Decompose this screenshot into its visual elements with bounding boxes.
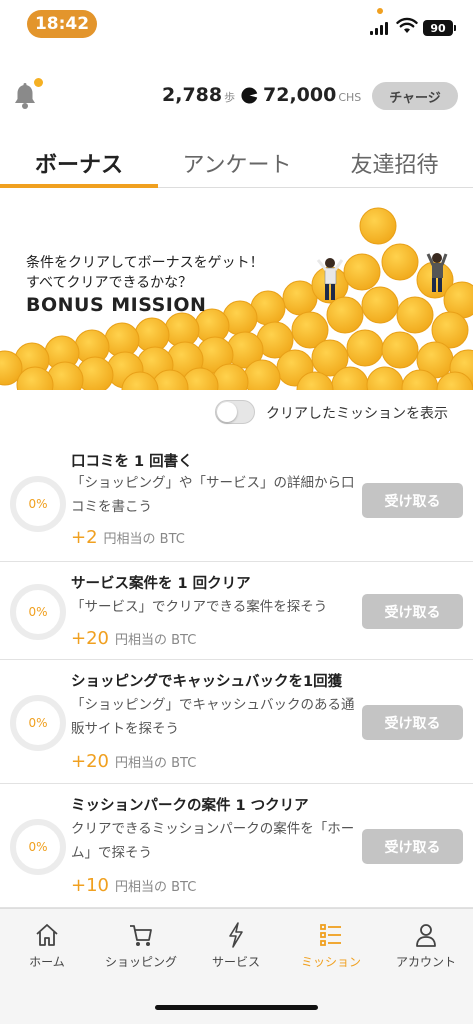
toggle-knob bbox=[217, 402, 237, 422]
mission-description: クリアできるミッションパークの案件を「ホーム」で探そう bbox=[71, 821, 355, 861]
show-cleared-toggle[interactable] bbox=[215, 400, 255, 424]
mission-description: 「サービス」でクリアできる案件を探そう bbox=[71, 599, 328, 615]
nav-shopping-label: ショッピング bbox=[104, 955, 177, 969]
mission-reward: +2 円相当の BTC bbox=[71, 527, 185, 548]
reward-unit: 円相当の BTC bbox=[103, 532, 185, 547]
receive-button[interactable]: 受け取る bbox=[362, 829, 463, 864]
mission-reward: +10 円相当の BTC bbox=[71, 875, 196, 896]
steps-value: 2,788 bbox=[162, 84, 223, 106]
home-icon bbox=[36, 924, 58, 946]
receive-button[interactable]: 受け取る bbox=[362, 594, 463, 629]
show-cleared-label: クリアしたミッションを表示 bbox=[266, 406, 448, 422]
nav-mission-label: ミッション bbox=[300, 955, 361, 969]
mission-reward: +20 円相当の BTC bbox=[71, 751, 196, 772]
reward-unit: 円相当の BTC bbox=[115, 633, 197, 648]
top-bar: 2,788 歩 72,000 CHS チャージ bbox=[0, 70, 473, 120]
mission-item: 0% ミッションパークの案件 1 つクリア クリアできるミッションパークの案件を… bbox=[0, 784, 473, 908]
reward-amount: +2 bbox=[71, 527, 98, 548]
tab-survey[interactable]: アンケート bbox=[158, 138, 316, 188]
reward-unit: 円相当の BTC bbox=[115, 880, 197, 895]
mission-title: サービス案件を 1 回クリア bbox=[71, 576, 251, 592]
mission-title: ショッピングでキャッシュバックを1回獲 bbox=[71, 674, 343, 690]
nav-mission[interactable]: ミッション bbox=[284, 921, 378, 970]
reward-amount: +20 bbox=[71, 628, 109, 649]
banner-line-2: すべてクリアできるかな？ bbox=[26, 275, 193, 291]
nav-account-label: アカウント bbox=[395, 955, 456, 969]
active-tab-indicator bbox=[0, 184, 158, 188]
list-icon bbox=[320, 924, 341, 946]
status-bar: 18:42 90 bbox=[0, 0, 473, 50]
progress-ring: 0% bbox=[10, 584, 66, 640]
reward-amount: +20 bbox=[71, 751, 109, 772]
mission-description: 「ショッピング」や「サービス」の詳細から口コミを書こう bbox=[71, 475, 355, 515]
receive-button[interactable]: 受け取る bbox=[362, 705, 463, 740]
reward-amount: +10 bbox=[71, 875, 109, 896]
wifi-icon bbox=[396, 17, 418, 33]
banner-title: BONUS MISSION bbox=[26, 294, 207, 316]
bottom-nav: ホーム ショッピング サービス ミッション アカウント bbox=[0, 908, 473, 1024]
mission-reward: +20 円相当の BTC bbox=[71, 628, 196, 649]
nav-home[interactable]: ホーム bbox=[0, 921, 94, 970]
signal-icon bbox=[370, 22, 388, 35]
progress-ring: 0% bbox=[10, 476, 66, 532]
reward-unit: 円相当の BTC bbox=[115, 756, 197, 771]
home-indicator bbox=[155, 1005, 318, 1010]
charge-button[interactable]: チャージ bbox=[372, 82, 458, 110]
chs-coin-icon bbox=[241, 87, 258, 104]
mission-title: 口コミを 1 回書く bbox=[71, 454, 193, 470]
chs-balance: 72,000 CHS bbox=[263, 84, 361, 106]
cart-icon bbox=[130, 925, 152, 946]
receive-button[interactable]: 受け取る bbox=[362, 483, 463, 518]
status-time: 18:42 bbox=[27, 10, 97, 38]
chs-unit: CHS bbox=[338, 91, 362, 104]
nav-service[interactable]: サービス bbox=[189, 921, 283, 970]
progress-ring: 0% bbox=[10, 695, 66, 751]
nav-shopping[interactable]: ショッピング bbox=[94, 921, 188, 970]
lightning-icon bbox=[229, 922, 243, 948]
nav-home-label: ホーム bbox=[29, 955, 65, 969]
bonus-mission-banner: 条件をクリアしてボーナスをゲット！ すべてクリアできるかな？ BONUS MIS… bbox=[0, 190, 473, 390]
recording-indicator bbox=[377, 8, 383, 14]
person-icon bbox=[416, 924, 436, 947]
nav-service-label: サービス bbox=[211, 955, 260, 969]
mission-item: 0% 口コミを 1 回書く 「ショッピング」や「サービス」の詳細から口コミを書こ… bbox=[0, 440, 473, 562]
banner-line-1: 条件をクリアしてボーナスをゲット！ bbox=[26, 255, 264, 271]
mission-item: 0% ショッピングでキャッシュバックを1回獲 「ショッピング」でキャッシュバック… bbox=[0, 660, 473, 784]
show-cleared-row: クリアしたミッションを表示 bbox=[0, 395, 473, 431]
nav-account[interactable]: アカウント bbox=[379, 921, 473, 970]
steps-count: 2,788 歩 bbox=[162, 84, 235, 106]
bell-icon[interactable] bbox=[12, 82, 38, 110]
tab-invite-friends[interactable]: 友達招待 bbox=[316, 138, 473, 188]
chs-value: 72,000 bbox=[263, 84, 337, 106]
mission-item: 0% サービス案件を 1 回クリア 「サービス」でクリアできる案件を探そう +2… bbox=[0, 562, 473, 660]
notification-dot bbox=[34, 78, 43, 87]
mission-description: 「ショッピング」でキャッシュバックのある通販サイトを探そう bbox=[71, 697, 355, 737]
mission-title: ミッションパークの案件 1 つクリア bbox=[71, 798, 309, 814]
steps-unit: 歩 bbox=[224, 91, 236, 104]
progress-ring: 0% bbox=[10, 819, 66, 875]
battery-icon: 90 bbox=[423, 20, 456, 36]
tab-bar: ボーナス アンケート 友達招待 bbox=[0, 138, 473, 188]
tab-bonus[interactable]: ボーナス bbox=[0, 138, 158, 188]
